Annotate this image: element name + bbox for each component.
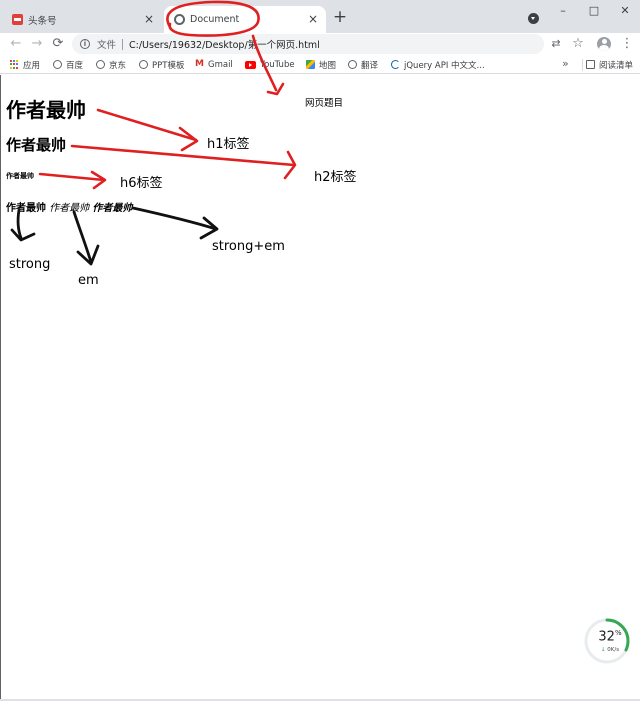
- em-annotation: em: [78, 273, 99, 288]
- address-scheme-label: 文件: [97, 40, 117, 51]
- maps-icon: [306, 60, 315, 69]
- maximize-button[interactable]: □: [587, 4, 601, 17]
- h6-annotation: h6标签: [120, 176, 163, 191]
- reload-button[interactable]: ⟳: [50, 36, 66, 52]
- new-tab-button[interactable]: +: [332, 9, 348, 26]
- bookmarks-more-button[interactable]: »: [562, 57, 569, 70]
- h1-annotation: h1标签: [207, 137, 250, 152]
- speed-rate-value: 0K/s: [607, 647, 620, 653]
- h2-annotation: h2标签: [314, 170, 357, 185]
- minimize-button[interactable]: –: [556, 4, 570, 17]
- tab-toutiao[interactable]: 头条号 ×: [8, 6, 162, 33]
- back-button[interactable]: ←: [8, 36, 24, 52]
- globe-icon: [174, 14, 185, 25]
- profile-avatar[interactable]: [597, 37, 611, 51]
- bookmark-youtube[interactable]: YouTube: [245, 58, 295, 71]
- bookmark-label: 京东: [109, 60, 127, 71]
- reading-list-label: 阅读清单: [599, 60, 634, 71]
- download-arrow-icon: ↓: [600, 647, 606, 653]
- page-em: 作者最帅: [49, 203, 90, 214]
- bookmark-jquery[interactable]: jQuery API 中文文...: [391, 58, 485, 71]
- speed-percent: 32%: [589, 629, 631, 644]
- address-url[interactable]: C:/Users/19632/Desktop/第一个网页.html: [129, 37, 320, 51]
- bookmark-translate[interactable]: 翻译: [348, 58, 378, 71]
- bookmark-label: 翻译: [361, 60, 379, 71]
- bookmark-label: YouTube: [260, 59, 295, 70]
- browser-toolbar: ← → ⟳ i 文件 C:/Users/19632/Desktop/第一个网页.…: [0, 33, 640, 55]
- tab-title: Document: [190, 14, 240, 25]
- bookmark-jd[interactable]: 京东: [96, 58, 126, 71]
- bookmark-apps[interactable]: 应用: [10, 58, 40, 71]
- reading-list-icon: [586, 60, 595, 69]
- bookmark-label: 应用: [23, 60, 41, 71]
- bookmark-label: Gmail: [208, 59, 233, 70]
- strong-annotation: strong: [9, 257, 51, 272]
- globe-icon: [139, 60, 148, 69]
- inline-text-row: 作者最帅 作者最帅 作者最帅: [6, 199, 132, 214]
- title-annotation: 网页题目: [305, 98, 344, 109]
- forward-button[interactable]: →: [29, 36, 45, 52]
- address-separator: [122, 38, 124, 50]
- bookmarks-bar: 应用 百度 京东 PPT模板 M Gmail YouTube 地图 翻译 jQu…: [0, 55, 640, 74]
- strong-em-annotation: strong+em: [212, 239, 285, 254]
- network-speed-widget[interactable]: 32% ↓ 0K/s: [586, 620, 628, 662]
- globe-icon: [53, 60, 62, 69]
- bookmark-ppt[interactable]: PPT模板: [139, 58, 184, 71]
- tab-title: 头条号: [28, 15, 57, 27]
- bookmark-label: PPT模板: [152, 60, 185, 71]
- tab-document[interactable]: Document ×: [164, 6, 326, 33]
- page-h6: 作者最帅: [6, 172, 34, 180]
- page-h2: 作者最帅: [6, 136, 67, 154]
- close-icon[interactable]: ×: [142, 12, 156, 26]
- info-icon[interactable]: i: [80, 39, 90, 49]
- globe-icon: [96, 60, 105, 69]
- bookmark-star-icon[interactable]: ☆: [570, 36, 586, 52]
- window-close-button[interactable]: ✕: [618, 4, 632, 17]
- bookmarks-divider: [582, 59, 583, 71]
- bookmark-label: 地图: [319, 60, 337, 71]
- speed-percent-unit: %: [614, 629, 622, 637]
- translate-icon[interactable]: ⇄: [548, 36, 564, 52]
- menu-icon[interactable]: ⋮: [619, 36, 635, 52]
- page-h1: 作者最帅: [6, 98, 86, 122]
- window-frame-left: [0, 75, 1, 701]
- address-bar[interactable]: i 文件 C:/Users/19632/Desktop/第一个网页.html: [72, 34, 544, 54]
- toutiao-logo-icon: [12, 14, 23, 25]
- close-icon[interactable]: ×: [306, 12, 320, 26]
- page-strong: 作者最帅: [6, 203, 46, 214]
- bookmark-label: jQuery API 中文文...: [404, 60, 485, 71]
- gmail-icon: M: [195, 59, 204, 69]
- reading-list-button[interactable]: 阅读清单: [586, 58, 633, 71]
- speed-rate: ↓ 0K/s: [589, 647, 631, 653]
- bookmark-maps[interactable]: 地图: [306, 58, 336, 71]
- speed-percent-value: 32: [598, 629, 615, 645]
- page-strong-em: 作者最帅: [92, 203, 133, 214]
- apps-grid-icon: [10, 60, 19, 69]
- bookmark-baidu[interactable]: 百度: [53, 58, 83, 71]
- tab-search-icon[interactable]: [528, 13, 539, 24]
- youtube-icon: [245, 60, 256, 69]
- bookmark-gmail[interactable]: M Gmail: [195, 58, 233, 71]
- bookmark-label: 百度: [66, 60, 84, 71]
- tab-strip: 头条号 × Document × + – □ ✕: [0, 0, 640, 33]
- globe-icon: [348, 60, 357, 69]
- jquery-icon: [391, 60, 400, 69]
